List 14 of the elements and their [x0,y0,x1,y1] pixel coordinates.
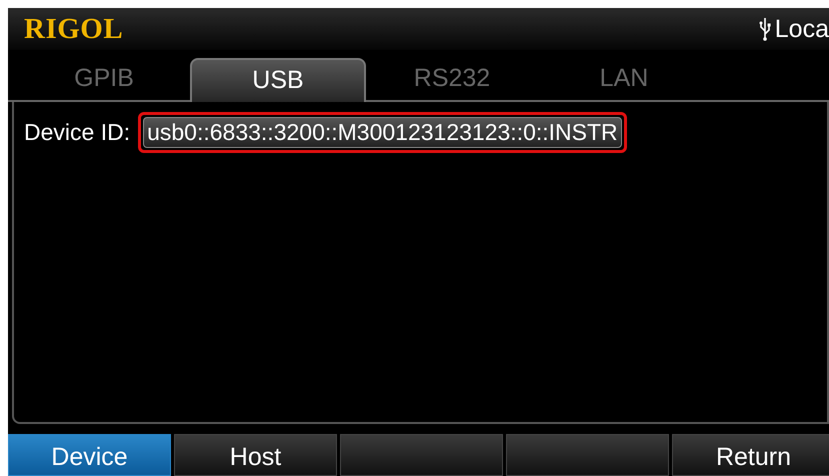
usb-icon [758,17,771,41]
tab[interactable]: USB [190,58,366,102]
tab[interactable]: RS232 [366,58,538,100]
device-id-label: Device ID: [24,119,130,146]
status-text: Loca [774,14,829,44]
softkey[interactable]: Return [672,434,829,476]
tab[interactable]: LAN [538,58,710,100]
device-id-field[interactable]: usb0::6833::3200::M300123123123::0::INSTR [143,117,622,148]
softkey[interactable]: Device [8,434,171,476]
blank-softkey[interactable] [340,434,503,476]
tab[interactable]: GPIB [18,58,190,100]
brand-logo: RIGOL [24,12,124,46]
blank-softkey[interactable] [506,434,669,476]
softkey[interactable]: Host [174,434,337,476]
